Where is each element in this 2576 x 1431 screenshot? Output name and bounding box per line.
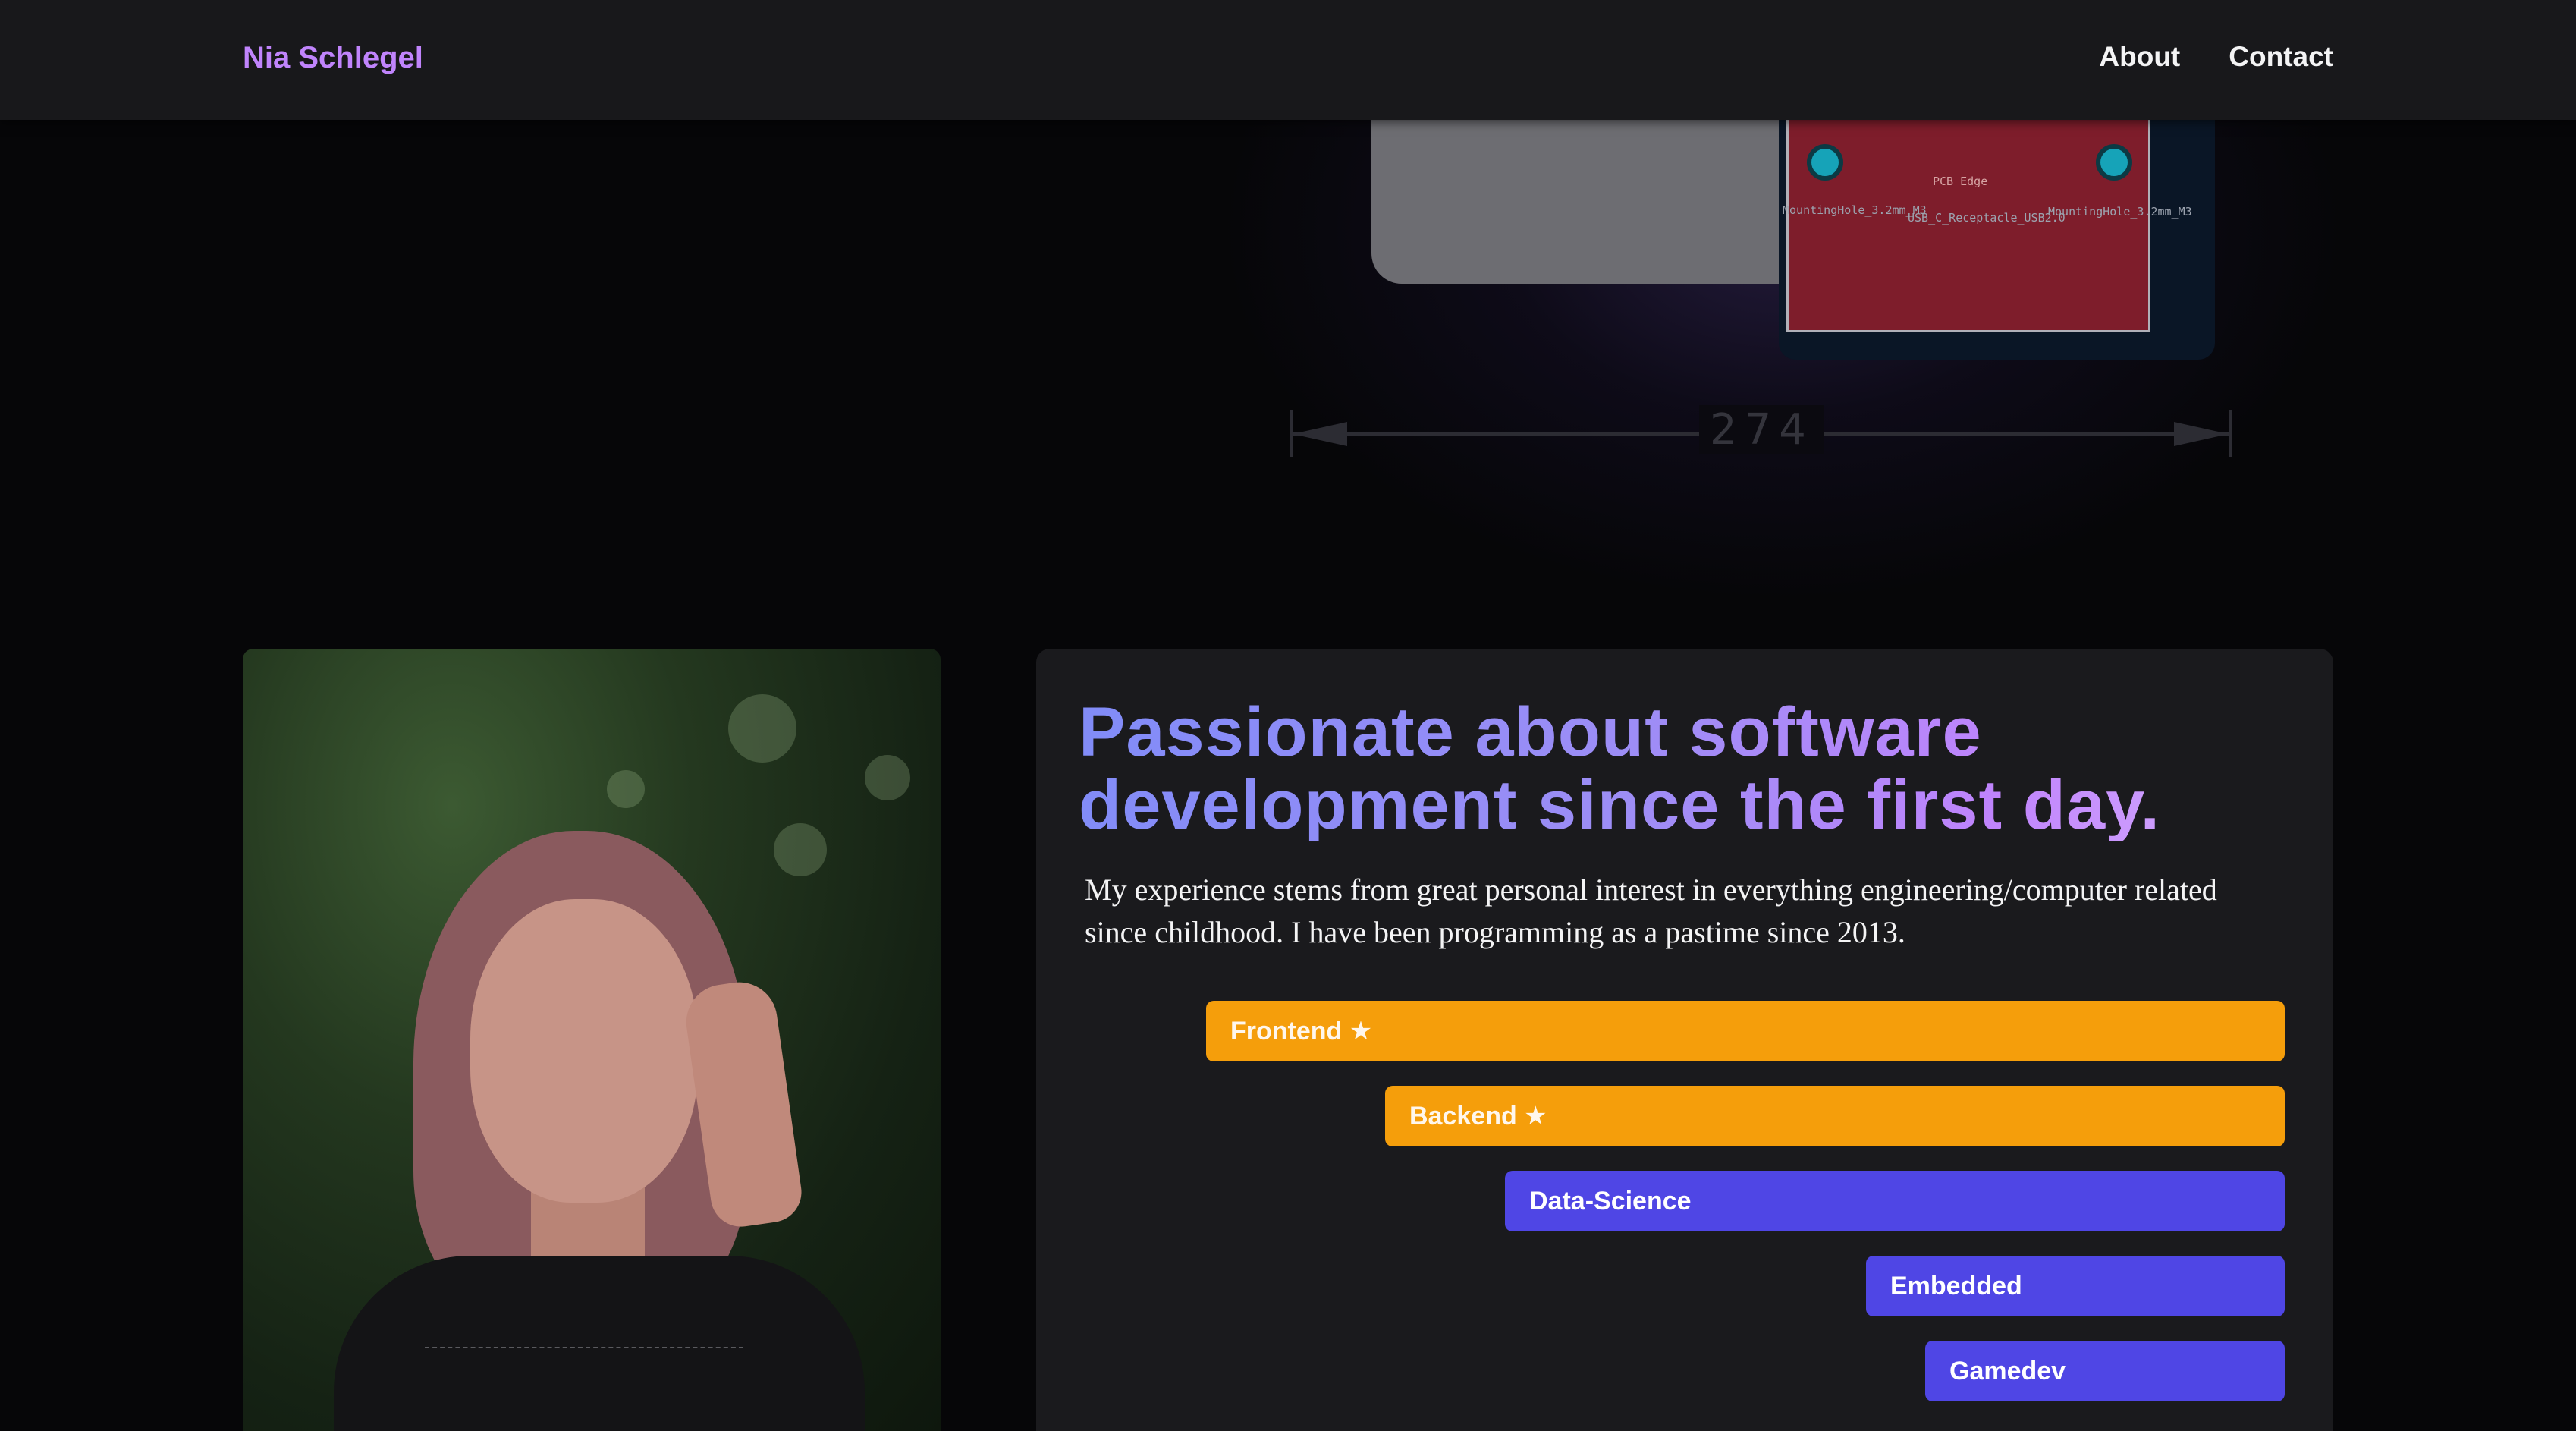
mounting-hole-left-icon [1807,144,1843,181]
about-intro: My experience stems from great personal … [1085,873,2217,949]
pcb-board: PCB Edge [1786,120,2150,332]
skill-bar-backend: Backend ★ [1385,1086,2285,1146]
dimension-label: 274 [1699,405,1824,454]
bokeh-light [865,755,910,800]
portrait-photo [243,649,941,1431]
bokeh-light [607,770,645,808]
bokeh-light [728,694,796,763]
skill-bar-frontend: Frontend ★ [1206,1001,2285,1061]
pcb-hole-label-left: MountingHole_3.2mm_M3 [1783,203,1927,217]
bokeh-light [774,823,827,876]
main-nav: About Contact [2099,41,2333,73]
nav-link-contact[interactable]: Contact [2229,41,2333,73]
skill-bar-data-science: Data-Science [1505,1171,2285,1231]
about-card: Passionate about software development si… [1036,649,2333,1431]
nav-link-about[interactable]: About [2099,41,2180,73]
brand-logo-link[interactable]: Nia Schlegel [243,41,423,75]
dimension-arrow-right-icon [2174,422,2229,446]
pcb-edge-label: PCB Edge [1933,175,1988,188]
about-headline: Passionate about software development si… [1079,696,2307,841]
skill-bar-gamedev: Gamedev [1925,1341,2285,1401]
skill-bar-embedded: Embedded [1866,1256,2285,1316]
shirt-print [425,1347,743,1423]
pcb-hole-label-right: MountingHole_3.2mm_M3 [2048,205,2192,219]
pcb-connector-label: USB_C_Receptacle_USB2.0 [1908,211,2066,225]
enclosure-shape [1371,120,1796,284]
person-face [470,899,698,1203]
mounting-hole-right-icon [2096,144,2132,181]
hero-pcb-render: PCB Edge MountingHole_3.2mm_M3 MountingH… [0,120,2576,651]
dimension-arrow-left-icon [1293,422,1347,446]
site-header: Nia Schlegel About Contact [0,0,2576,120]
